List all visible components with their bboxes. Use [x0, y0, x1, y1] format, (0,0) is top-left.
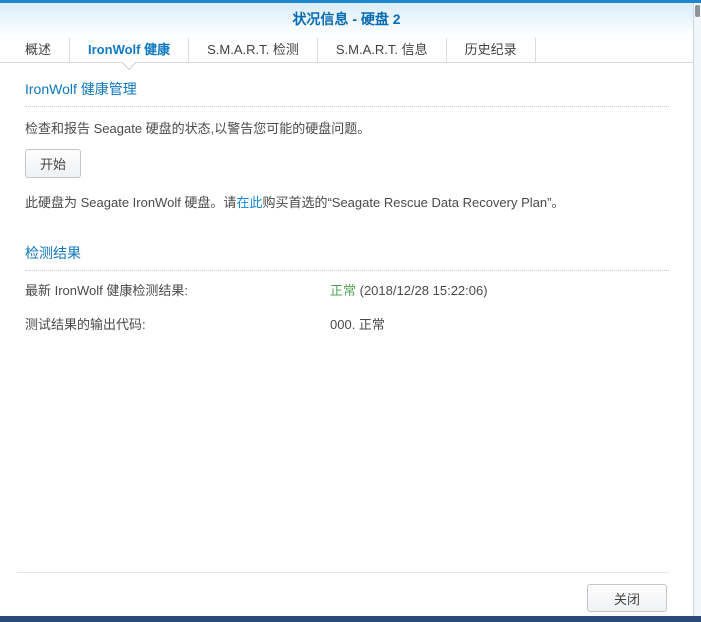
dialog-title: 状况信息 - 硬盘 2	[292, 11, 400, 27]
close-button[interactable]: 关闭	[587, 584, 667, 612]
tab-smart-info[interactable]: S.M.A.R.T. 信息	[318, 38, 447, 62]
status-dialog: 状况信息 - 硬盘 2 概述 IronWolf 健康 S.M.A.R.T. 检测…	[0, 3, 693, 616]
scrollbar-track[interactable]	[693, 3, 701, 616]
dialog-top-edge	[0, 0, 701, 3]
scrollbar-thumb[interactable]	[695, 5, 700, 17]
rescue-plan-text-post: 购买首选的“Seagate Rescue Data Recovery Plan”…	[262, 195, 564, 210]
section-title-test-results: 检测结果	[25, 243, 669, 271]
footer-buttons: 关闭	[0, 573, 693, 612]
tab-overview-label: 概述	[25, 42, 51, 57]
section-title-health-management: IronWolf 健康管理	[25, 79, 669, 107]
tab-smart-info-label: S.M.A.R.T. 信息	[336, 42, 428, 57]
result-row-latest: 最新 IronWolf 健康检测结果: 正常 (2018/12/28 15:22…	[25, 282, 669, 300]
latest-result-value: 正常 (2018/12/28 15:22:06)	[330, 282, 488, 300]
result-row-output-code: 测试结果的输出代码: 000. 正常	[25, 316, 669, 334]
rescue-plan-text-pre: 此硬盘为 Seagate IronWolf 硬盘。请	[25, 195, 236, 210]
dialog-footer: 关闭	[0, 572, 693, 616]
latest-result-status-badge: 正常	[330, 283, 356, 298]
tab-content-ironwolf-health: IronWolf 健康管理 检查和报告 Seagate 硬盘的状态,以警告您可能…	[0, 63, 693, 572]
tab-smart-test-label: S.M.A.R.T. 检测	[207, 42, 299, 57]
tab-ironwolf-health-label: IronWolf 健康	[88, 42, 170, 57]
tab-history[interactable]: 历史纪录	[447, 38, 536, 62]
buy-here-link[interactable]: 在此	[236, 195, 262, 210]
output-code-label: 测试结果的输出代码:	[25, 316, 330, 334]
rescue-plan-text: 此硬盘为 Seagate IronWolf 硬盘。请在此购买首选的“Seagat…	[25, 194, 669, 211]
latest-result-label: 最新 IronWolf 健康检测结果:	[25, 282, 330, 300]
dialog-header: 状况信息 - 硬盘 2	[0, 3, 693, 38]
tab-overview[interactable]: 概述	[7, 38, 70, 62]
health-description: 检查和报告 Seagate 硬盘的状态,以警告您可能的硬盘问题。	[25, 120, 669, 137]
dialog-bottom-edge	[0, 616, 701, 622]
start-button[interactable]: 开始	[25, 149, 81, 178]
tab-bar: 概述 IronWolf 健康 S.M.A.R.T. 检测 S.M.A.R.T. …	[0, 38, 693, 63]
latest-result-timestamp: (2018/12/28 15:22:06)	[356, 283, 488, 298]
output-code-value: 000. 正常	[330, 316, 385, 334]
tab-smart-test[interactable]: S.M.A.R.T. 检测	[189, 38, 318, 62]
tab-history-label: 历史纪录	[465, 42, 517, 57]
tab-ironwolf-health[interactable]: IronWolf 健康	[70, 38, 189, 62]
